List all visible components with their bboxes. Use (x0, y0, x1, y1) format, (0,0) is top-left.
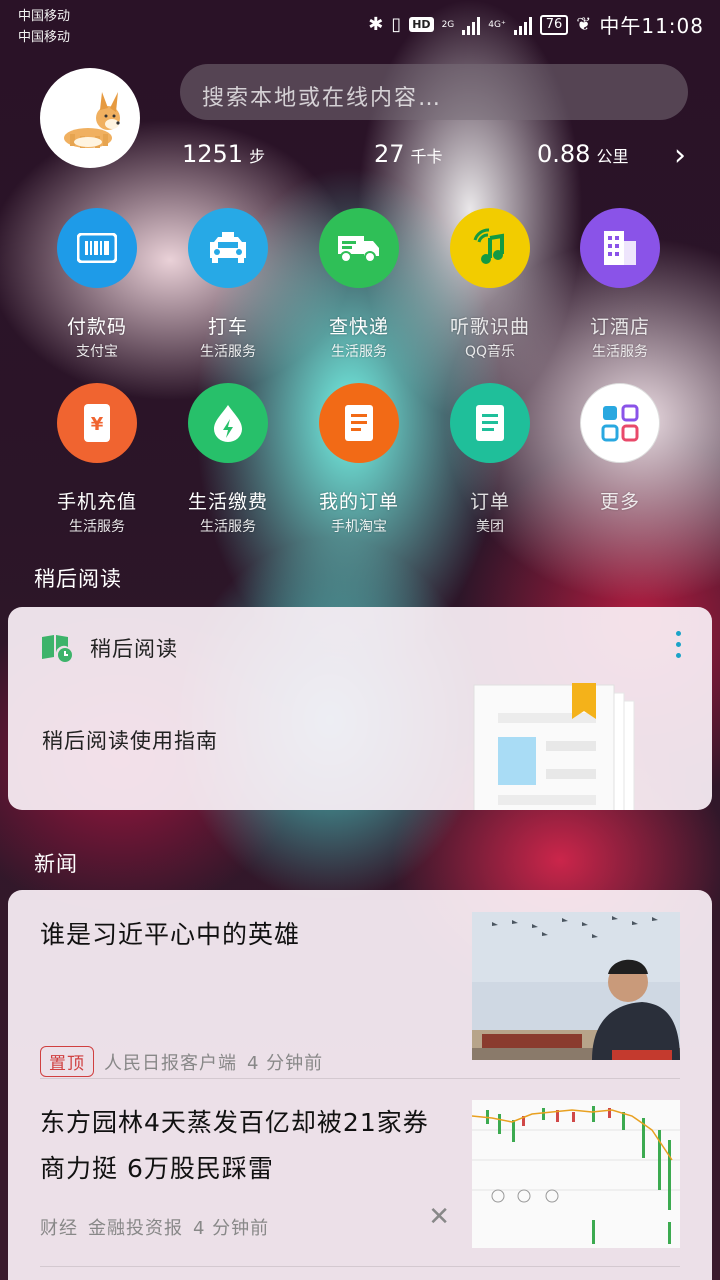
app-source: 支付宝 (76, 344, 118, 360)
news-card: 谁是习近平心中的英雄 置顶 人民日报客户端 4 分钟前 东方园林4天蒸发百亿却被… (8, 890, 712, 1280)
app-song-recognition[interactable]: 听歌识曲 QQ音乐 (425, 208, 555, 361)
app-source: 手机淘宝 (331, 519, 387, 535)
app-label: 更多 (599, 491, 640, 513)
read-later-section-label: 稍后阅读 (34, 567, 122, 591)
app-more[interactable]: 更多 (555, 383, 685, 516)
app-source: 生活服务 (69, 519, 125, 535)
chevron-right-icon[interactable]: › (674, 138, 686, 173)
hd-badge: HD (409, 17, 434, 32)
app-source: 生活服务 (200, 344, 256, 360)
app-source: 生活服务 (200, 519, 256, 535)
document-icon (450, 383, 530, 463)
book-clock-icon (40, 633, 74, 667)
distance-stat: 0.88 公里 (537, 140, 628, 168)
app-label: 查快递 (328, 316, 389, 338)
news-section-label: 新闻 (34, 852, 78, 876)
read-later-guide-link[interactable]: 稍后阅读使用指南 (42, 725, 218, 755)
leaf-icon: ❦ (576, 14, 592, 35)
news-source: 金融投资报 (88, 1218, 183, 1239)
calories-value: 27 (374, 140, 405, 168)
carrier-1: 中国移动 (18, 9, 71, 24)
more-options-icon[interactable] (676, 631, 682, 664)
more-apps-icon (580, 383, 660, 463)
phone-recharge-icon: ¥ (57, 383, 137, 463)
taxi-icon (188, 208, 268, 288)
news-thumbnail (472, 1100, 680, 1248)
distance-value: 0.88 (537, 140, 591, 168)
vibrate-icon: ▯ (391, 14, 402, 35)
calories-stat: 27 千卡 (374, 140, 443, 168)
news-title: 谁是习近平心中的英雄 (40, 920, 301, 949)
barcode-icon (57, 208, 137, 288)
signal-2-icon (513, 15, 532, 35)
app-my-orders[interactable]: 我的订单 手机淘宝 (294, 383, 424, 536)
app-phone-recharge[interactable]: ¥ 手机充值 生活服务 (32, 383, 162, 536)
pinned-badge: 置顶 (40, 1046, 94, 1077)
app-source: QQ音乐 (464, 344, 516, 360)
health-stats[interactable]: 1251 步 27 千卡 0.88 公里 › (180, 138, 688, 176)
news-title: 东方园林4天蒸发百亿却被21家券商力挺 6万股民踩雷 (40, 1108, 429, 1183)
corgi-avatar-icon (64, 92, 120, 148)
read-later-title: 稍后阅读 (90, 637, 178, 661)
app-label: 订酒店 (589, 316, 650, 338)
signal-1-icon (462, 15, 481, 35)
document-illustration-icon (470, 683, 650, 816)
app-label: 手机充值 (56, 491, 137, 513)
network-type-2: 4G⁺ (488, 19, 506, 30)
carrier-2: 中国移动 (18, 30, 71, 45)
steps-stat: 1251 步 (182, 140, 265, 168)
utility-bill-icon (188, 383, 268, 463)
divider (40, 1078, 680, 1079)
news-source: 人民日报客户端 (104, 1052, 237, 1074)
app-payment-code[interactable]: 付款码 支付宝 (32, 208, 162, 361)
order-icon (319, 383, 399, 463)
search-input[interactable]: 搜索本地或在线内容… (180, 64, 688, 120)
app-utility-payment[interactable]: 生活缴费 生活服务 (163, 383, 293, 536)
app-label: 生活缴费 (187, 491, 268, 513)
network-type-1: 2G (441, 19, 455, 30)
distance-unit: 公里 (596, 147, 629, 166)
steps-value: 1251 (182, 140, 244, 168)
news-item[interactable]: 东方园林4天蒸发百亿却被21家券商力挺 6万股民踩雷 财经 金融投资报 4 分钟… (40, 1100, 680, 1270)
app-label: 听歌识曲 (449, 316, 530, 338)
app-express-delivery[interactable]: 查快递 生活服务 (294, 208, 424, 361)
app-label: 付款码 (66, 316, 127, 338)
app-source: 生活服务 (592, 344, 648, 360)
carrier-labels: 中国移动 中国移动 (18, 6, 70, 48)
news-item[interactable]: 谁是习近平心中的英雄 置顶 人民日报客户端 4 分钟前 (40, 912, 680, 1082)
divider (40, 1266, 680, 1267)
app-orders-meituan[interactable]: 订单 美团 (425, 383, 555, 536)
svg-text:¥: ¥ (91, 414, 104, 435)
news-category: 财经 (40, 1218, 78, 1239)
bluetooth-icon: ✱ (368, 14, 384, 35)
hotel-icon (580, 208, 660, 288)
news-time: 4 分钟前 (193, 1218, 270, 1239)
battery-indicator: 76 (539, 14, 569, 35)
app-taxi[interactable]: 打车 生活服务 (163, 208, 293, 361)
avatar[interactable] (40, 68, 140, 168)
clock: 中午11:08 (599, 14, 704, 38)
news-meta: 财经 金融投资报 4 分钟前 (40, 1214, 269, 1240)
delivery-truck-icon (319, 208, 399, 288)
app-source: 美团 (476, 519, 504, 535)
app-label: 订单 (469, 491, 510, 513)
dismiss-news-icon[interactable]: ✕ (428, 1202, 450, 1232)
steps-unit: 步 (249, 147, 266, 166)
read-later-card[interactable]: 稍后阅读 稍后阅读使用指南 (8, 607, 712, 816)
status-indicators: ✱ ▯ HD 2G 4G⁺ 76 ❦ 中午11:08 (368, 10, 704, 39)
status-bar: 中国移动 中国移动 ✱ ▯ HD 2G 4G⁺ 76 ❦ 中午11:08 (0, 0, 720, 52)
app-label: 我的订单 (318, 491, 399, 513)
calories-unit: 千卡 (410, 147, 443, 166)
news-thumbnail (472, 912, 680, 1060)
app-hotel[interactable]: 订酒店 生活服务 (555, 208, 685, 361)
app-source: 生活服务 (331, 344, 387, 360)
app-label: 打车 (207, 316, 248, 338)
news-time: 4 分钟前 (247, 1052, 324, 1074)
news-meta: 置顶 人民日报客户端 4 分钟前 (40, 1046, 323, 1077)
music-note-icon (450, 208, 530, 288)
